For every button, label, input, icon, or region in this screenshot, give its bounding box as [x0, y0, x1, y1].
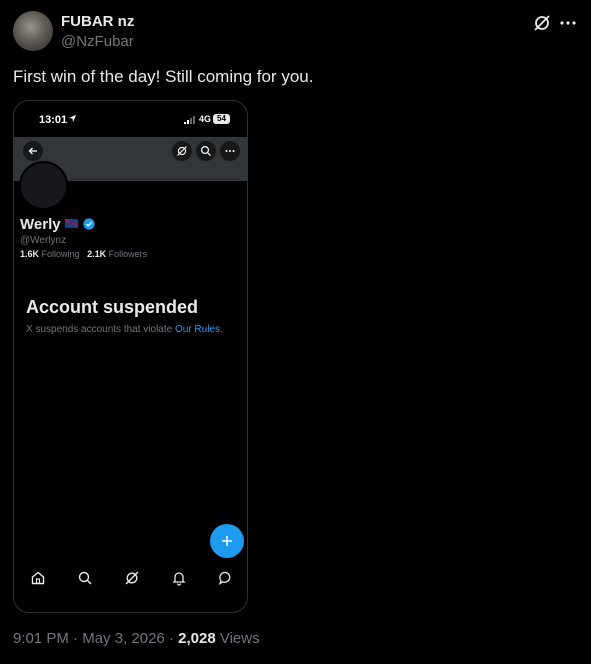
post-text: First win of the day! Still coming for y…: [13, 67, 314, 86]
meta-separator: ·: [168, 630, 174, 647]
post-meta: 9:01 PM · May 3, 2026 · 2,028 Views: [13, 630, 260, 647]
author-avatar[interactable]: [13, 11, 53, 51]
location-arrow-icon: [68, 114, 77, 123]
views-count: 2,028: [178, 630, 216, 647]
messages-icon[interactable]: [218, 570, 234, 586]
post-time[interactable]: 9:01 PM: [13, 630, 69, 647]
compose-button[interactable]: [210, 524, 244, 558]
author-display-name[interactable]: FUBAR nz: [61, 13, 134, 30]
signal-icon: [184, 116, 195, 124]
meta-separator: ·: [73, 630, 79, 647]
notifications-icon[interactable]: [171, 570, 187, 586]
post-media-screenshot[interactable]: 13:01 4G 54 Werly @Werlynz 1.6K Followin…: [13, 100, 248, 613]
profile-avatar[interactable]: [19, 161, 68, 210]
status-time: 13:01: [39, 114, 68, 126]
verified-badge-icon: [83, 218, 95, 230]
author-handle[interactable]: @NzFubar: [61, 33, 134, 50]
battery-icon: 54: [213, 114, 230, 124]
following-label: Following: [41, 249, 80, 259]
more-icon[interactable]: [558, 13, 578, 33]
followers-count: 2.1K: [87, 249, 107, 259]
profile-handle: @Werlynz: [20, 235, 67, 246]
back-arrow-icon[interactable]: [23, 141, 43, 161]
phone-status-bar: 13:01 4G 54: [14, 101, 247, 137]
home-icon[interactable]: [30, 570, 46, 586]
nz-flag-icon: [65, 219, 78, 228]
network-type: 4G: [199, 114, 212, 124]
more-icon[interactable]: [220, 141, 240, 161]
following-count: 1.6K: [20, 249, 40, 259]
suspended-text: X suspends accounts that violate Our Rul…: [26, 324, 223, 335]
suspended-title: Account suspended: [26, 297, 199, 317]
grok-icon[interactable]: [532, 13, 552, 33]
profile-name: Werly: [20, 216, 61, 233]
grok-icon[interactable]: [124, 570, 140, 586]
search-icon[interactable]: [196, 141, 216, 161]
followers-label: Followers: [108, 249, 148, 259]
our-rules-link[interactable]: Our Rules.: [175, 324, 223, 335]
search-icon[interactable]: [77, 570, 93, 586]
views-label: Views: [219, 630, 260, 647]
profile-stats: 1.6K Following 2.1K Followers: [20, 249, 147, 259]
grok-icon[interactable]: [172, 141, 192, 161]
bottom-nav: [14, 561, 247, 593]
post-date[interactable]: May 3, 2026: [82, 630, 165, 647]
suspended-message: X suspends accounts that violate: [26, 324, 173, 335]
post-header: FUBAR nz @NzFubar: [13, 11, 578, 51]
